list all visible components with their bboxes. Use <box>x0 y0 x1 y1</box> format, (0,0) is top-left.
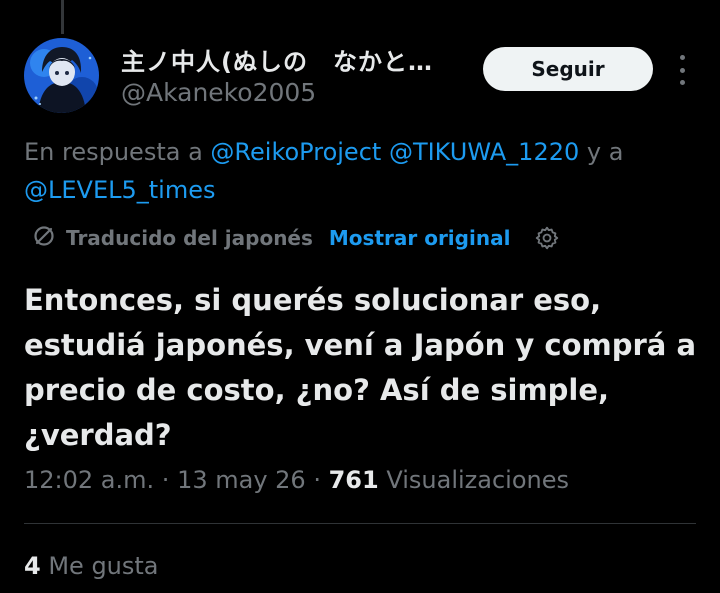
show-original-link[interactable]: Mostrar original <box>329 226 511 250</box>
views-count: 761 <box>328 466 379 494</box>
thread-connector-line <box>61 0 64 34</box>
reply-context: En respuesta a @ReikoProject @TIKUWA_122… <box>24 133 704 209</box>
translation-bar: Traducido del japonés Mostrar original <box>32 222 560 254</box>
follow-button[interactable]: Seguir <box>483 47 653 91</box>
reply-conjunction: y a <box>586 138 624 166</box>
tweet-meta: 12:02 a.m. · 13 may 26 · 761 Visualizaci… <box>24 466 569 494</box>
likes-label: Me gusta <box>48 552 159 580</box>
meta-separator: · <box>313 466 321 494</box>
translate-icon <box>32 224 56 252</box>
author-display-name[interactable]: 主ノ中人(ぬしの なかと… <box>121 42 433 77</box>
views-label: Visualizaciones <box>386 466 570 494</box>
tweet-time[interactable]: 12:02 a.m. <box>24 466 154 494</box>
avatar[interactable] <box>24 38 99 113</box>
more-options-icon[interactable] <box>672 55 692 85</box>
tweet-date[interactable]: 13 may 26 <box>177 466 306 494</box>
mention-link[interactable]: @ReikoProject <box>210 138 381 166</box>
translation-label: Traducido del japonés <box>66 226 313 250</box>
gear-icon[interactable] <box>534 225 560 251</box>
likes-count: 4 <box>24 552 41 580</box>
divider <box>24 523 696 524</box>
meta-separator: · <box>161 466 170 494</box>
likes-link[interactable]: 4 Me gusta <box>24 552 159 580</box>
author-handle[interactable]: @Akaneko2005 <box>121 78 316 107</box>
tweet-text: Entonces, si querés solucionar eso, estu… <box>24 283 697 452</box>
reply-prefix: En respuesta a <box>24 138 203 166</box>
avatar-image <box>24 38 99 113</box>
mention-link[interactable]: @TIKUWA_1220 <box>389 138 579 166</box>
mention-link[interactable]: @LEVEL5_times <box>24 176 215 204</box>
